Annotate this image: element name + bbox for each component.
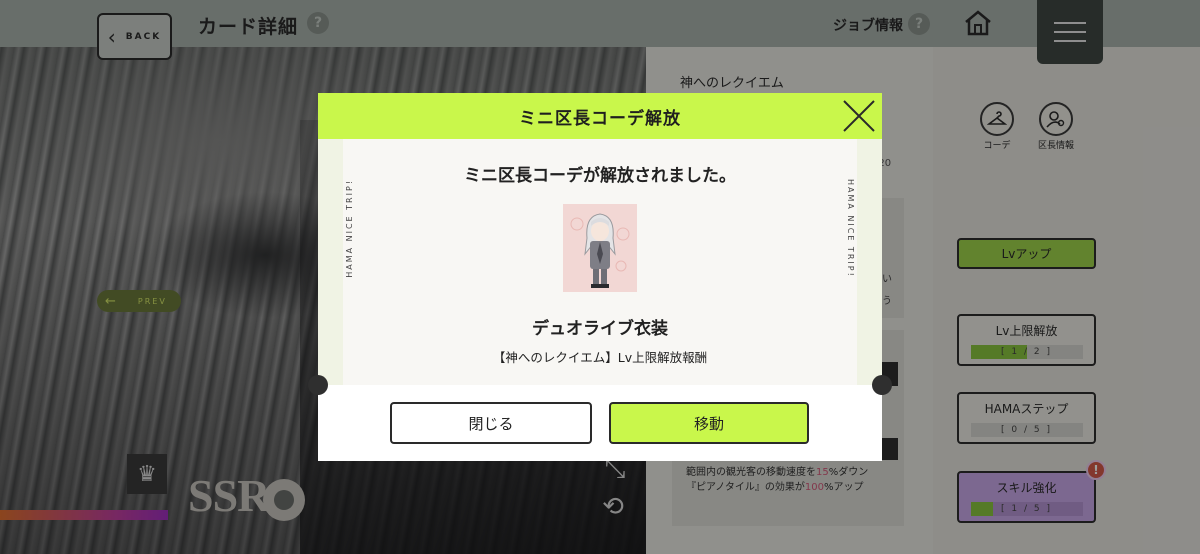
item-name: デュオライブ衣装	[532, 319, 668, 339]
close-icon[interactable]	[836, 93, 882, 139]
dialog-title: ミニ区長コーデ解放	[519, 108, 681, 129]
mini-outfit-image	[563, 204, 637, 292]
ticket-side-text: HAMA NICE TRIP!	[846, 179, 855, 278]
unlock-dialog: ミニ区長コーデ解放 HAMA NICE TRIP! HAMA NICE TRIP…	[308, 93, 892, 461]
close-button[interactable]: 閉じる	[390, 402, 592, 444]
item-source: 【神へのレクイエム】Lv上限解放報酬	[492, 350, 708, 365]
dialog-body: HAMA NICE TRIP! HAMA NICE TRIP! ミニ区長コーデが…	[308, 139, 892, 395]
ticket-notch	[872, 375, 892, 395]
ticket-side-text: HAMA NICE TRIP!	[345, 179, 354, 278]
dialog-header: ミニ区長コーデ解放	[318, 93, 882, 139]
move-button[interactable]: 移動	[609, 402, 809, 444]
ticket-notch	[308, 375, 328, 395]
unlock-message: ミニ区長コーデが解放されました。	[464, 166, 736, 186]
